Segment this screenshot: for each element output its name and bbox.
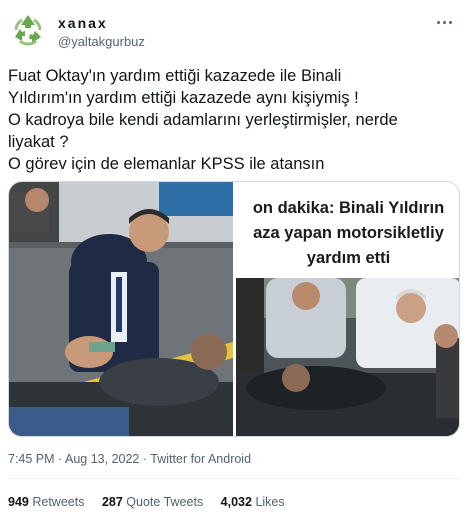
likes-count: 4,032	[220, 495, 252, 509]
tweet-text: Fuat Oktay'ın yardım ettiği kazazede ile…	[8, 65, 460, 175]
tweet-media: on dakika: Binali Yıldırın aza yapan mot…	[8, 181, 460, 437]
divider	[8, 478, 460, 479]
quote-tweets-stat[interactable]: 287 Quote Tweets	[102, 495, 203, 509]
tweet-text-line: O görev için de elemanlar KPSS ile atans…	[8, 155, 325, 173]
retweets-label: Retweets	[32, 495, 85, 509]
tweet-timestamp[interactable]: 7:45 PM · Aug 13, 2022 · Twitter for And…	[8, 452, 251, 466]
tweet-date[interactable]: Aug 13, 2022	[65, 452, 139, 466]
likes-stat[interactable]: 4,032 Likes	[221, 495, 285, 509]
author-display-name[interactable]: xanax	[58, 15, 108, 31]
photo-left[interactable]	[9, 182, 233, 436]
meta-separator: ·	[58, 452, 63, 466]
news-photo-image	[9, 182, 233, 436]
news-headline: on dakika: Binali Yıldırın aza yapan mot…	[236, 196, 459, 271]
tweet-source[interactable]: Twitter for Android	[150, 452, 251, 466]
quotes-label: Quote Tweets	[126, 495, 204, 509]
tweet-text-line: O kadroya bile kendi adamlarını yerleşti…	[8, 111, 398, 129]
news-headline-line: on dakika: Binali Yıldırın	[252, 199, 445, 217]
tweet-text-line: liyakat ?	[8, 133, 69, 151]
likes-label: Likes	[255, 495, 285, 509]
author-handle[interactable]: @yaltakgurbuz	[58, 34, 145, 49]
news-photo-image	[236, 278, 459, 436]
tweet-header: xanax @yaltakgurbuz	[8, 8, 460, 52]
retweets-stat[interactable]: 949 Retweets	[8, 495, 84, 509]
quotes-count: 287	[101, 495, 123, 509]
tweet-text-line: Fuat Oktay'ın yardım ettiği kazazede ile…	[8, 67, 342, 85]
news-headline-line: aza yapan motorsikletliy	[253, 224, 444, 242]
photo-right[interactable]: on dakika: Binali Yıldırın aza yapan mot…	[236, 182, 459, 436]
avatar[interactable]	[8, 10, 48, 50]
tweet-stats: 949 Retweets 287 Quote Tweets 4,032 Like…	[8, 495, 299, 509]
more-options-icon[interactable]	[432, 12, 456, 32]
news-headline-line: yardım etti	[306, 249, 391, 267]
tweet-text-line: Yıldırım'ın yardım ettiği kazazede aynı …	[8, 89, 359, 107]
recycle-icon	[8, 10, 48, 50]
retweets-count: 949	[8, 495, 29, 509]
meta-separator: ·	[142, 452, 148, 466]
tweet-time[interactable]: 7:45 PM	[8, 452, 55, 466]
